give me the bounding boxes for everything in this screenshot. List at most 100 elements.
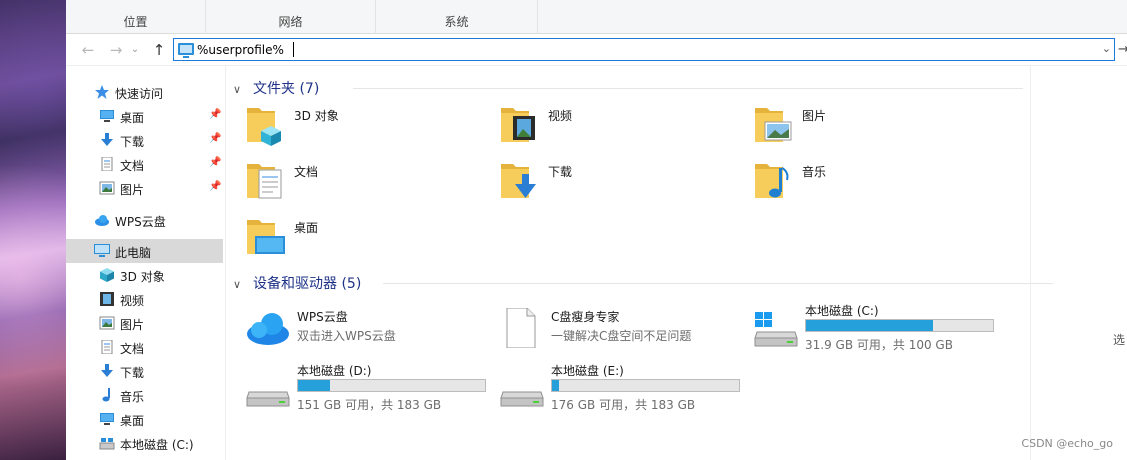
music-folder-icon [753,158,793,202]
folder-item[interactable]: 3D 对象 [245,102,495,152]
app-item[interactable]: C盘瘦身专家 一键解决C盘空间不足问题 [499,307,749,358]
device-name: WPS云盘 [297,310,348,324]
details-pane-hint: 选 [1112,333,1125,347]
star-icon [94,85,110,99]
sidebar-item[interactable]: 桌面 📌 [66,104,223,128]
sidebar-item-label: 文档 [120,159,145,173]
devices-section-header[interactable]: ∨ 设备和驱动器 (5) [233,273,1053,293]
folder-item[interactable]: 视频 [499,102,749,152]
drive-usage-fill [552,380,560,391]
drive-usage-bar [297,379,486,392]
drive-item[interactable]: 本地磁盘 (C:) 31.9 GB 可用，共 100 GB [753,302,1003,352]
desktop-icon [99,109,115,123]
drive-free-space: 176 GB 可用，共 183 GB [551,398,696,412]
sidebar-item-label: 下载 [120,366,145,380]
sidebar-item-label: 图片 [120,318,145,332]
sidebar-item-label: 下载 [120,135,145,149]
sidebar-item-label: 3D 对象 [120,270,165,284]
drive-icon [499,370,545,410]
drive-free-space: 31.9 GB 可用，共 100 GB [805,338,953,352]
sidebar-item-label: 文档 [120,342,145,356]
computer-icon [178,43,194,58]
download-folder-icon [499,158,539,202]
recent-locations-chevron-icon[interactable]: ⌄ [126,41,144,59]
download-icon [99,133,115,147]
sidebar-item-label: 音乐 [120,390,145,404]
picture-icon [99,316,115,330]
picture-icon [99,181,115,195]
cube-folder-icon [245,102,285,146]
sidebar-item[interactable]: 快速访问 [66,80,223,104]
sidebar-item-label: 桌面 [120,414,145,428]
up-arrow-icon[interactable]: ↑ [150,41,168,59]
sidebar-item-label: 此电脑 [115,246,152,260]
sidebar-item[interactable]: 此电脑 [66,239,223,263]
sidebar-item[interactable]: 图片 📌 [66,176,223,200]
folder-item[interactable]: 文档 [245,158,495,208]
picture-folder-icon [753,102,793,146]
sidebar-item[interactable]: WPS云盘 [66,208,223,232]
sidebar-item-label: WPS云盘 [115,215,166,229]
sidebar-item[interactable]: 3D 对象 [66,263,223,287]
chevron-down-icon[interactable]: ⌄ [1102,42,1111,55]
video-folder-icon [499,102,539,146]
app-item[interactable]: WPS云盘双击进入WPS云盘 [245,308,495,358]
cloud-icon [94,213,110,227]
text-caret [293,42,294,57]
folder-label: 3D 对象 [294,109,339,123]
folder-item[interactable]: 桌面 [245,214,495,264]
pin-icon[interactable]: 📌 [209,133,221,144]
folders-section-header[interactable]: ∨ 文件夹 (7) [233,78,1023,98]
sidebar-item[interactable]: 文档 📌 [66,152,223,176]
navigation-pane: 快速访问 桌面 📌 下载 📌 文档 📌 图片 📌 WPS云盘 此电脑 3D 对象 视频 图片 文档 下载 音乐桌… [66,66,226,460]
sidebar-item-label: 视频 [120,294,145,308]
drive-item[interactable]: 本地磁盘 (D:) 151 GB 可用，共 183 GB [245,362,495,412]
device-name: 本地磁盘 (E:) [551,364,624,378]
ribbon-group-network: 网络 [206,0,376,34]
sidebar-item[interactable]: 本地磁盘 (C:) [66,431,223,455]
address-input[interactable] [197,40,1077,59]
sidebar-item-label: 快速访问 [115,87,164,101]
sidebar-item-label: 桌面 [120,111,145,125]
pin-icon[interactable]: 📌 [209,157,221,168]
folder-item[interactable]: 音乐 [753,158,1003,208]
pin-icon[interactable]: 📌 [209,181,221,192]
chevron-down-icon[interactable]: ∨ [233,83,245,96]
drive-icon [99,436,115,450]
back-arrow-icon[interactable]: ← [79,41,97,59]
folder-item[interactable]: 下载 [499,158,749,208]
details-pane: 选 [1030,66,1127,460]
device-name: C盘瘦身专家 [551,310,620,324]
file-explorer-window: 位置 网络 系统 ← → ⌄ ↑ ⌄ → 快速访问桌面 📌 下载 📌 文档 📌 图片 📌 WPS… [66,0,1127,460]
sidebar-item[interactable]: 图片 [66,311,223,335]
drive-usage-fill [806,320,934,331]
pin-icon[interactable]: 📌 [209,109,221,120]
drive-item[interactable]: 本地磁盘 (E:) 176 GB 可用，共 183 GB [499,362,749,412]
sidebar-item[interactable]: 音乐 [66,383,223,407]
sidebar-item-label: 本地磁盘 (C:) [120,438,194,452]
ribbon: 位置 网络 系统 [66,0,1127,34]
blank-file-icon [499,307,545,349]
sidebar-item[interactable]: 视频 [66,287,223,311]
go-arrow-icon[interactable]: → [1118,42,1127,57]
device-subtitle: 双击进入WPS云盘 [297,329,396,343]
sidebar-item[interactable]: 下载 [66,359,223,383]
address-bar[interactable]: ⌄ [173,38,1115,61]
watermark: CSDN @echo_go [1021,437,1113,450]
forward-arrow-icon[interactable]: → [107,41,125,59]
navigation-bar: ← → ⌄ ↑ ⌄ → [66,34,1127,66]
chevron-down-icon[interactable]: ∨ [233,278,245,291]
folder-item[interactable]: 图片 [753,102,1003,152]
drive-usage-bar [551,379,740,392]
document-folder-icon [245,158,285,202]
drive-usage-fill [298,380,330,391]
drive-free-space: 151 GB 可用，共 183 GB [297,398,442,412]
sidebar-item[interactable]: 桌面 [66,407,223,431]
sidebar-item[interactable]: 下载 📌 [66,128,223,152]
devices-header-label: 设备和驱动器 (5) [253,276,362,292]
device-name: 本地磁盘 (C:) [805,304,879,318]
sidebar-item[interactable]: 文档 [66,335,223,359]
document-icon [99,339,115,355]
computer-icon [94,244,110,258]
folders-header-label: 文件夹 (7) [253,81,320,97]
